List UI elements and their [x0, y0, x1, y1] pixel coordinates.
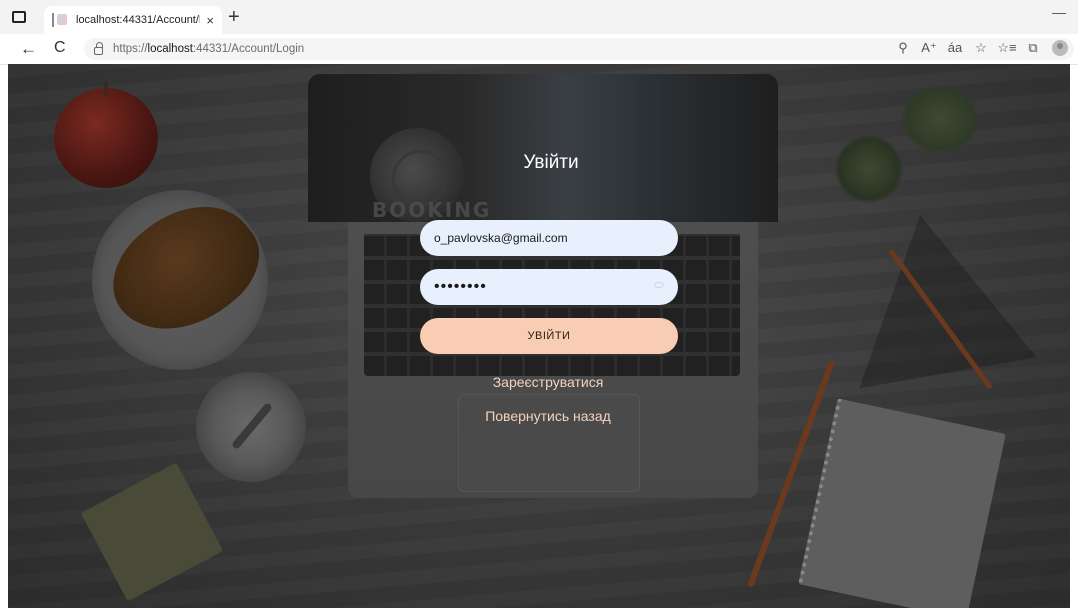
pyramid-decor-image — [831, 199, 1037, 389]
profile-avatar-icon[interactable] — [1052, 40, 1068, 56]
favorites-list-icon[interactable]: ☆≡ — [994, 40, 1020, 56]
login-button[interactable]: УВІЙТИ — [420, 318, 678, 354]
read-aloud-icon[interactable]: A⁺ — [916, 40, 942, 56]
tab-actions-icon[interactable] — [12, 11, 26, 23]
login-page: BOOKING Увійти УВІЙТИ Зареєструватися По… — [8, 64, 1070, 608]
booking-screen-text: BOOKING — [372, 198, 492, 222]
favorite-star-icon[interactable]: ☆ — [968, 40, 994, 56]
plant-image-2 — [834, 134, 904, 204]
address-bar: ← C https://localhost:44331/Account/Logi… — [0, 34, 1078, 65]
collections-icon[interactable]: ⧉ — [1020, 40, 1046, 56]
reload-button[interactable]: C — [54, 39, 66, 57]
password-input[interactable] — [420, 269, 678, 305]
register-link[interactable]: Зареєструватися — [448, 374, 648, 390]
sticky-note-image — [80, 462, 224, 602]
toolbar-icons: ⚲ A⁺ áa ☆ ☆≡ ⧉ — [890, 40, 1068, 56]
browser-tab[interactable]: localhost:44331/Account/Login × — [44, 6, 222, 34]
browser-tab-bar: localhost:44331/Account/Login × + — — [0, 0, 1078, 34]
minimize-button[interactable]: — — [1052, 4, 1066, 20]
tab-title: localhost:44331/Account/Login — [76, 14, 200, 26]
login-title: Увійти — [523, 152, 579, 173]
password-reveal-icon[interactable] — [654, 282, 664, 288]
email-input[interactable] — [420, 220, 678, 256]
coffee-cup-image — [196, 372, 306, 482]
notebook-image — [798, 398, 1006, 608]
translate-icon[interactable]: áa — [942, 40, 968, 56]
apple-image — [54, 82, 158, 188]
go-back-link[interactable]: Повернутись назад — [448, 408, 648, 424]
url-host: localhost — [147, 43, 193, 55]
url-prefix: https:// — [113, 43, 148, 55]
new-tab-button[interactable]: + — [228, 7, 240, 27]
password-key-icon[interactable]: ⚲ — [890, 40, 916, 56]
favicon-icon — [52, 13, 68, 27]
back-button[interactable]: ← — [20, 39, 37, 59]
tab-close-icon[interactable]: × — [206, 13, 214, 28]
lock-icon[interactable] — [94, 42, 103, 55]
plant-image — [900, 84, 980, 154]
url-path: :44331/Account/Login — [192, 43, 305, 55]
